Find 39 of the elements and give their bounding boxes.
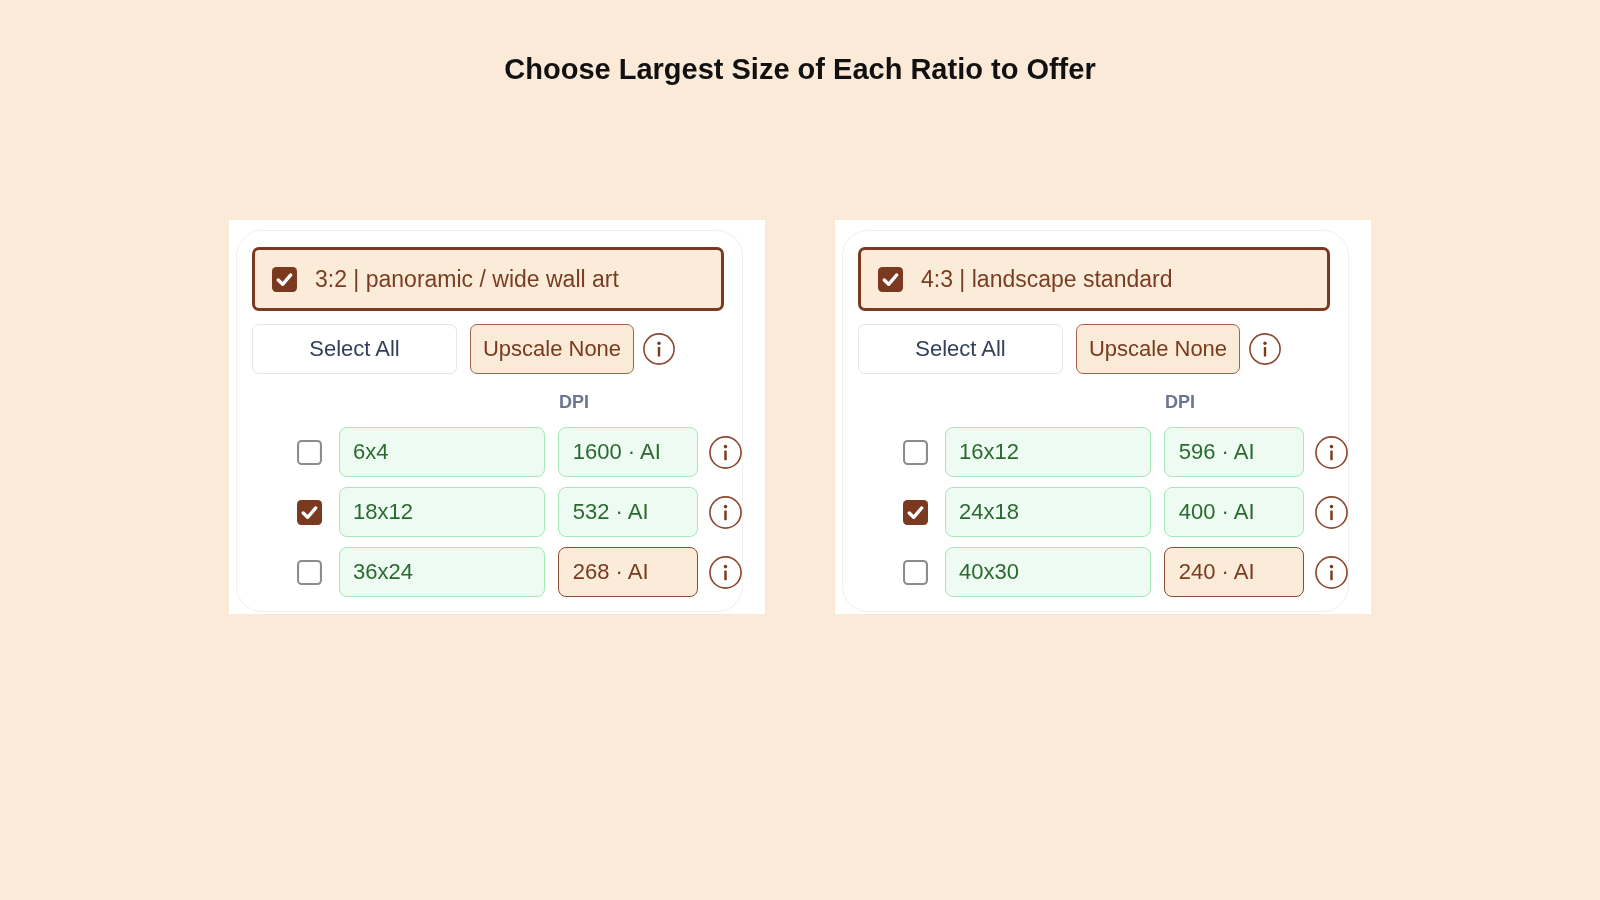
checkbox[interactable] xyxy=(272,266,297,292)
checkbox[interactable] xyxy=(903,499,928,525)
dpi-tile: 240 · AI xyxy=(1163,547,1304,597)
checkbox[interactable] xyxy=(297,439,322,465)
action-button[interactable]: Upscale None xyxy=(1076,324,1240,374)
info-icon[interactable] xyxy=(709,435,742,469)
ratio-label: 4:3 | landscape standard xyxy=(921,265,1173,293)
info-icon[interactable] xyxy=(1315,495,1348,529)
action-button[interactable]: Upscale None xyxy=(470,324,634,374)
size-tile: 24x18 xyxy=(945,487,1151,537)
dpi-column-label: DPI xyxy=(559,392,589,412)
checkbox[interactable] xyxy=(297,499,322,525)
info-icon[interactable] xyxy=(709,555,742,589)
action-button[interactable]: Select All xyxy=(252,324,457,374)
ratio-label: 3:2 | panoramic / wide wall art xyxy=(315,265,619,293)
size-tile: 16x12 xyxy=(945,427,1151,477)
info-icon[interactable] xyxy=(1315,555,1348,589)
dpi-tile: 596 · AI xyxy=(1163,427,1304,477)
dpi-tile: 1600 · AI xyxy=(557,427,698,477)
dpi-tile: 532 · AI xyxy=(557,487,698,537)
dpi-tile: 400 · AI xyxy=(1163,487,1304,537)
size-tile: 6x4 xyxy=(339,427,545,477)
info-icon[interactable] xyxy=(1249,333,1281,365)
ratio-header[interactable]: 4:3 | landscape standard xyxy=(858,247,1330,311)
info-icon[interactable] xyxy=(1315,435,1348,469)
size-tile: 40x30 xyxy=(945,547,1151,597)
checkbox[interactable] xyxy=(903,559,928,585)
size-tile: 18x12 xyxy=(339,487,545,537)
action-button[interactable]: Select All xyxy=(858,324,1063,374)
ratio-header[interactable]: 3:2 | panoramic / wide wall art xyxy=(252,247,724,311)
info-icon[interactable] xyxy=(643,333,675,365)
page-title: Choose Largest Size of Each Ratio to Offer xyxy=(504,52,1096,87)
checkbox[interactable] xyxy=(878,266,903,292)
dpi-tile: 268 · AI xyxy=(557,547,698,597)
checkbox[interactable] xyxy=(903,439,928,465)
dpi-column-label: DPI xyxy=(1165,392,1195,412)
size-tile: 36x24 xyxy=(339,547,545,597)
checkbox[interactable] xyxy=(297,559,322,585)
info-icon[interactable] xyxy=(709,495,742,529)
